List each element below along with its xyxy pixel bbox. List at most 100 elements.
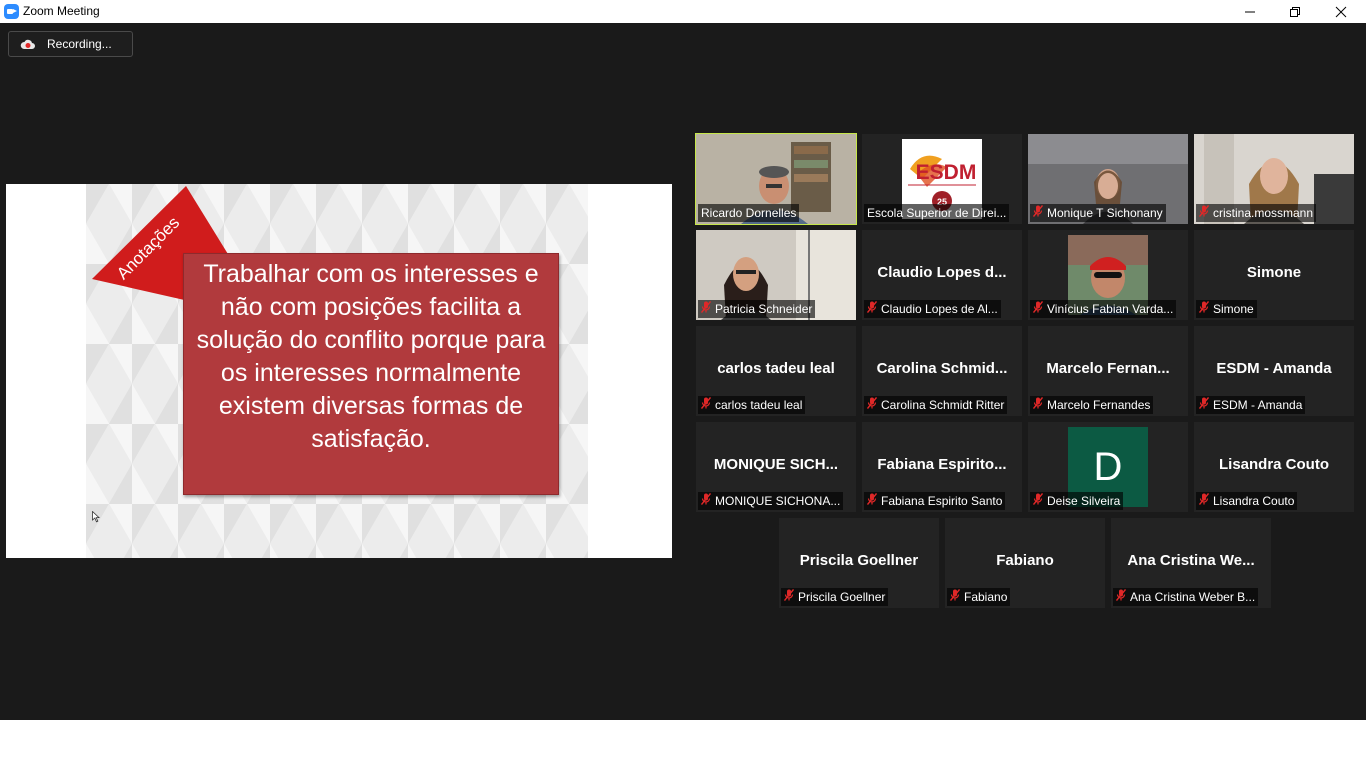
participant-tile[interactable]: Patricia Schneider [696,230,856,320]
participant-display-name: Claudio Lopes d... [877,264,1007,281]
restore-icon [1290,6,1300,17]
muted-mic-icon [783,588,795,606]
participant-tile[interactable]: Marcelo Fernan... Marcelo Fernandes [1028,326,1188,416]
cloud-recording-icon [20,39,35,49]
participant-tile[interactable]: Priscila Goellner Priscila Goellner [779,518,939,608]
participant-name: Lisandra Couto [1213,494,1295,508]
muted-mic-icon [866,396,878,414]
participant-tile[interactable]: Monique T Sichonany [1028,134,1188,224]
participant-nametag: Escola Superior de Direi... [864,204,1010,222]
participant-name: Escola Superior de Direi... [867,206,1007,220]
participant-tile[interactable]: MONIQUE SICH... MONIQUE SICHONA... [696,422,856,512]
participant-name: Simone [1213,302,1254,316]
muted-mic-icon [1198,492,1210,510]
participant-tile[interactable]: cristina.mossmann [1194,134,1354,224]
participant-nametag: Monique T Sichonany [1030,204,1166,222]
slide-text-box: Trabalhar com os interesses e não com po… [183,253,559,495]
participant-nametag: Fabiana Espirito Santo [864,492,1006,510]
presentation-slide: Anotações Trabalhar com os interesses e … [86,184,588,558]
participant-tile[interactable]: Simone Simone [1194,230,1354,320]
participant-display-name: carlos tadeu leal [717,360,835,377]
mouse-cursor-icon [92,511,100,523]
participant-name: Deise Silveira [1047,494,1121,508]
close-icon [1335,6,1347,17]
participant-name: Claudio Lopes de Al... [881,302,998,316]
participant-display-name: Carolina Schmid... [876,360,1008,377]
participant-name: Patricia Schneider [715,302,813,316]
participant-display-name: Lisandra Couto [1218,456,1329,473]
participant-tile[interactable]: Fabiana Espirito... Fabiana Espirito Sant… [862,422,1022,512]
participant-name: Monique T Sichonany [1047,206,1163,220]
participant-nametag: Vinícius Fabian Varda... [1030,300,1177,318]
meeting-area: Recording... Anotações Trabalhar com os … [0,23,1366,720]
participant-tile[interactable]: ESDM - Amanda ESDM - Amanda [1194,326,1354,416]
participant-tile[interactable]: Ricardo Dornelles [695,133,857,225]
participant-nametag: MONIQUE SICHONA... [698,492,844,510]
participant-tile[interactable]: carlos tadeu leal carlos tadeu leal [696,326,856,416]
muted-mic-icon [1032,204,1044,222]
participant-nametag: Marcelo Fernandes [1030,396,1154,414]
recording-indicator[interactable]: Recording... [8,31,133,57]
minimize-icon [1245,11,1255,12]
window-title: Zoom Meeting [23,4,100,18]
muted-mic-icon [700,300,712,318]
esdm-logo-text: ESDM [916,161,977,184]
participant-tile[interactable]: Vinícius Fabian Varda... [1028,230,1188,320]
participant-nametag: Priscila Goellner [781,588,889,606]
recording-label: Recording... [47,37,112,51]
participant-name: carlos tadeu leal [715,398,803,412]
participant-tile[interactable]: D Deise Silveira [1028,422,1188,512]
muted-mic-icon [1198,204,1210,222]
participant-name: Priscila Goellner [798,590,886,604]
participant-tile[interactable]: Lisandra Couto Lisandra Couto [1194,422,1354,512]
participant-nametag: Claudio Lopes de Al... [864,300,1001,318]
muted-mic-icon [949,588,961,606]
participant-nametag: Patricia Schneider [698,300,816,318]
minimize-button[interactable] [1227,0,1273,23]
participant-nametag: carlos tadeu leal [698,396,806,414]
participant-display-name: Fabiano [996,552,1054,569]
muted-mic-icon [866,300,878,318]
participant-name: cristina.mossmann [1213,206,1314,220]
participant-name: Fabiana Espirito Santo [881,494,1003,508]
participant-name: Ricardo Dornelles [701,206,797,220]
restore-button[interactable] [1272,0,1318,23]
zoom-app-icon [4,4,19,19]
participant-name: Ana Cristina Weber B... [1130,590,1256,604]
muted-mic-icon [1198,300,1210,318]
participant-display-name: Fabiana Espirito... [877,456,1007,473]
muted-mic-icon [1198,396,1210,414]
participant-display-name: ESDM - Amanda [1216,360,1332,377]
participant-display-name: Simone [1246,264,1302,281]
participant-display-name: Priscila Goellner [799,552,919,569]
participant-display-name: Marcelo Fernan... [1046,360,1170,377]
muted-mic-icon [700,396,712,414]
participant-name: Fabiano [964,590,1008,604]
participant-name: Vinícius Fabian Varda... [1047,302,1174,316]
participant-nametag: Simone [1196,300,1257,318]
close-button[interactable] [1318,0,1364,23]
participant-tile[interactable]: ESDM 25 Escola Superior de Direi... [862,134,1022,224]
participant-name: Carolina Schmidt Ritter [881,398,1005,412]
participant-nametag: Ricardo Dornelles [698,204,800,222]
participant-name: Marcelo Fernandes [1047,398,1151,412]
participant-nametag: ESDM - Amanda [1196,396,1306,414]
participant-nametag: cristina.mossmann [1196,204,1317,222]
participant-nametag: Carolina Schmidt Ritter [864,396,1008,414]
participant-nametag: Deise Silveira [1030,492,1124,510]
muted-mic-icon [1032,492,1044,510]
muted-mic-icon [1032,300,1044,318]
participant-tile[interactable]: Claudio Lopes d... Claudio Lopes de Al... [862,230,1022,320]
muted-mic-icon [866,492,878,510]
bottom-blank-area [0,720,1366,768]
shared-screen[interactable]: Anotações Trabalhar com os interesses e … [6,184,672,558]
title-bar: Zoom Meeting [0,0,1366,23]
participant-display-name: MONIQUE SICH... [713,456,839,473]
participant-name: ESDM - Amanda [1213,398,1303,412]
participant-tile[interactable]: Fabiano Fabiano [945,518,1105,608]
muted-mic-icon [1032,396,1044,414]
participant-name: MONIQUE SICHONA... [715,494,841,508]
participant-tile[interactable]: Ana Cristina We... Ana Cristina Weber B..… [1111,518,1271,608]
participant-tile[interactable]: Carolina Schmid... Carolina Schmidt Ritte… [862,326,1022,416]
muted-mic-icon [700,492,712,510]
